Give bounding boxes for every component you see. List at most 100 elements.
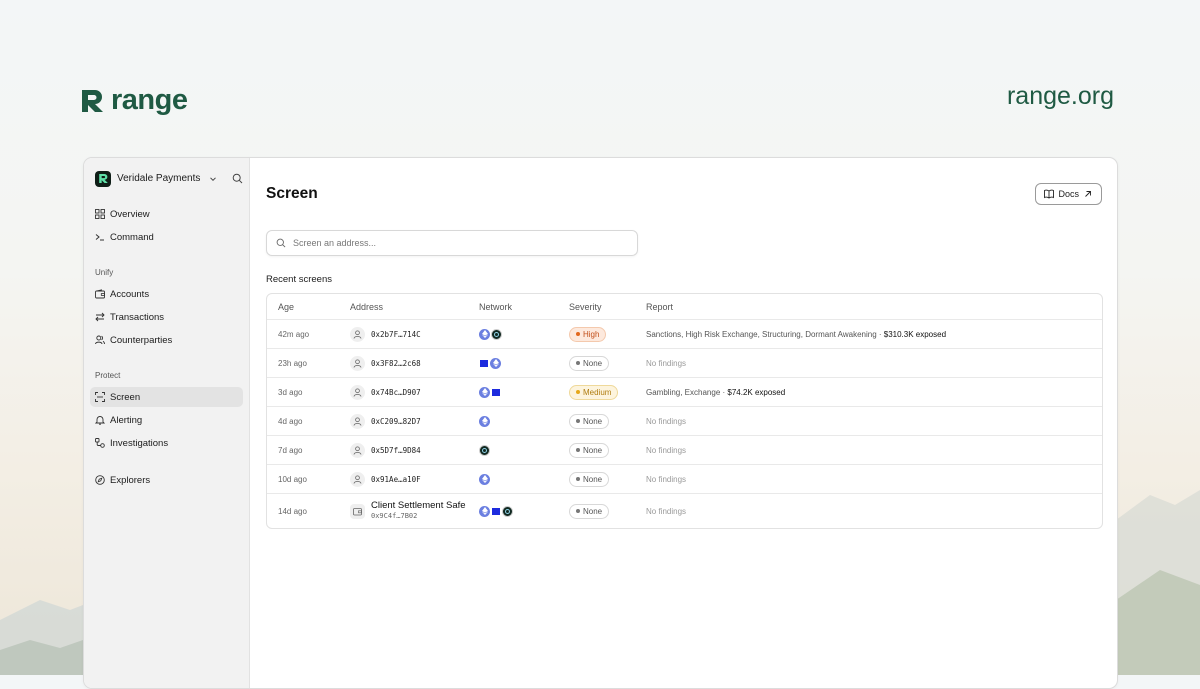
compass-icon xyxy=(95,475,105,485)
row-report: Sanctions, High Risk Exchange, Structuri… xyxy=(646,330,1102,339)
address-value[interactable]: 0x2b7F…714C xyxy=(371,330,421,339)
sidebar: Veridale Payments Overview Command Unify… xyxy=(84,158,250,688)
severity-label: Medium xyxy=(583,387,612,397)
org-switcher[interactable]: Veridale Payments xyxy=(95,170,243,187)
main-content: Screen Docs Recent screens Age Address N… xyxy=(250,158,1117,688)
severity-dot-icon xyxy=(576,361,580,365)
org-name: Veridale Payments xyxy=(117,173,201,184)
address-value[interactable]: 0xC209…82D7 xyxy=(371,417,421,426)
row-age: 3d ago xyxy=(278,387,303,397)
table-row[interactable]: 10d ago 0x91Ae…a10F None No findings xyxy=(267,465,1102,494)
table-row[interactable]: 7d ago 0x5D7f…9D84 None No findings xyxy=(267,436,1102,465)
row-networks xyxy=(479,357,569,369)
severity-badge: None xyxy=(569,471,610,487)
section-title-protect: Protect xyxy=(95,371,121,380)
sidebar-item-label: Counterparties xyxy=(110,334,173,346)
sidebar-item-label: Transactions xyxy=(110,311,165,323)
sidebar-item-screen[interactable]: Screen xyxy=(90,387,243,407)
book-icon xyxy=(1044,189,1055,199)
screen-search-box[interactable] xyxy=(266,230,638,256)
row-networks xyxy=(479,473,569,485)
sidebar-item-command[interactable]: Command xyxy=(90,227,243,247)
sidebar-item-label: Screen xyxy=(110,391,141,403)
severity-dot-icon xyxy=(576,448,580,452)
search-icon[interactable] xyxy=(232,173,243,184)
severity-dot-icon xyxy=(576,509,580,513)
column-header-age[interactable]: Age xyxy=(267,302,350,312)
brand-name: range xyxy=(111,84,188,116)
severity-dot-icon xyxy=(576,419,580,423)
row-severity: None xyxy=(569,503,646,519)
screen-address-input[interactable] xyxy=(291,237,625,249)
ethereum-network-icon xyxy=(479,473,490,485)
row-age: 4d ago xyxy=(278,416,303,426)
table-row[interactable]: 4d ago 0xC209…82D7 None No findings xyxy=(267,407,1102,436)
sidebar-item-label: Overview xyxy=(110,208,150,220)
table-row[interactable]: 3d ago 0x74Bc…D907 Medium Gambling, Exchang… xyxy=(267,378,1102,407)
row-report: No findings xyxy=(646,507,1102,516)
table-row[interactable]: 14d ago Client Settlement Safe 0x9C4f…7B02… xyxy=(267,494,1102,528)
sidebar-item-label: Command xyxy=(110,231,154,243)
docs-button[interactable]: Docs xyxy=(1035,183,1102,205)
column-header-address[interactable]: Address xyxy=(350,302,479,312)
report-text: No findings xyxy=(646,506,687,516)
severity-badge: None xyxy=(569,503,610,519)
row-age: 7d ago xyxy=(278,445,303,455)
search-icon xyxy=(276,238,286,248)
sidebar-item-label: Explorers xyxy=(110,474,151,486)
column-header-network[interactable]: Network xyxy=(479,302,569,312)
scan-icon xyxy=(95,392,105,402)
row-networks xyxy=(479,415,569,427)
report-text: No findings xyxy=(646,474,687,484)
nav-protect: Screen Alerting Investigations xyxy=(90,387,243,456)
table-row[interactable]: 23h ago 0x3F82…2c68 None No findings xyxy=(267,349,1102,378)
ethereum-network-icon xyxy=(479,505,490,517)
org-logo-icon xyxy=(95,170,111,187)
column-header-report[interactable]: Report xyxy=(646,302,1102,312)
chevron-down-icon[interactable] xyxy=(208,174,218,184)
sidebar-item-investigations[interactable]: Investigations xyxy=(90,433,243,453)
exposure-amount: $74.2K exposed xyxy=(727,387,786,397)
row-report: Gambling, Exchange · $74.2K exposed xyxy=(646,388,1102,397)
nav-top: Overview Command xyxy=(90,204,243,250)
address-value[interactable]: 0x74Bc…D907 xyxy=(371,388,421,397)
sidebar-item-overview[interactable]: Overview xyxy=(90,204,243,224)
row-report: No findings xyxy=(646,417,1102,426)
sidebar-item-label: Alerting xyxy=(110,414,143,426)
ethereum-network-icon xyxy=(490,357,501,369)
sidebar-item-accounts[interactable]: Accounts xyxy=(90,284,243,304)
user-icon xyxy=(350,384,365,400)
severity-dot-icon xyxy=(576,477,580,481)
report-text: No findings xyxy=(646,416,687,426)
address-value[interactable]: 0x9C4f…7B02 xyxy=(371,511,466,522)
report-separator: · xyxy=(876,329,884,339)
row-age: 23h ago xyxy=(278,358,307,368)
range-logo-icon xyxy=(82,89,103,112)
row-report: No findings xyxy=(646,359,1102,368)
sidebar-item-counterparties[interactable]: Counterparties xyxy=(90,330,243,350)
arrows-icon xyxy=(95,312,105,322)
sidebar-item-alerting[interactable]: Alerting xyxy=(90,410,243,430)
row-networks xyxy=(479,444,569,456)
site-url[interactable]: range.org xyxy=(1007,82,1114,111)
chain-network-icon xyxy=(491,328,502,340)
sidebar-item-transactions[interactable]: Transactions xyxy=(90,307,243,327)
report-text: No findings xyxy=(646,445,687,455)
address-value[interactable]: 0x3F82…2c68 xyxy=(371,359,421,368)
user-icon xyxy=(350,355,365,371)
recent-screens-title: Recent screens xyxy=(266,274,333,285)
sidebar-item-explorers[interactable]: Explorers xyxy=(90,470,243,490)
bell-icon xyxy=(95,416,105,425)
table-row[interactable]: 42m ago 0x2b7F…714C High Sanctions, High Ri… xyxy=(267,320,1102,349)
row-address: 0xC209…82D7 xyxy=(350,413,479,429)
nav-bottom: Explorers xyxy=(90,470,243,493)
address-value[interactable]: 0x5D7f…9D84 xyxy=(371,446,421,455)
ethereum-network-icon xyxy=(479,328,490,340)
address-label[interactable]: Client Settlement Safe xyxy=(371,500,466,511)
row-networks xyxy=(479,505,569,517)
column-header-severity[interactable]: Severity xyxy=(569,302,646,312)
address-value[interactable]: 0x91Ae…a10F xyxy=(371,475,421,484)
row-age: 10d ago xyxy=(278,474,307,484)
severity-badge: None xyxy=(569,442,610,458)
severity-badge: None xyxy=(569,355,610,371)
